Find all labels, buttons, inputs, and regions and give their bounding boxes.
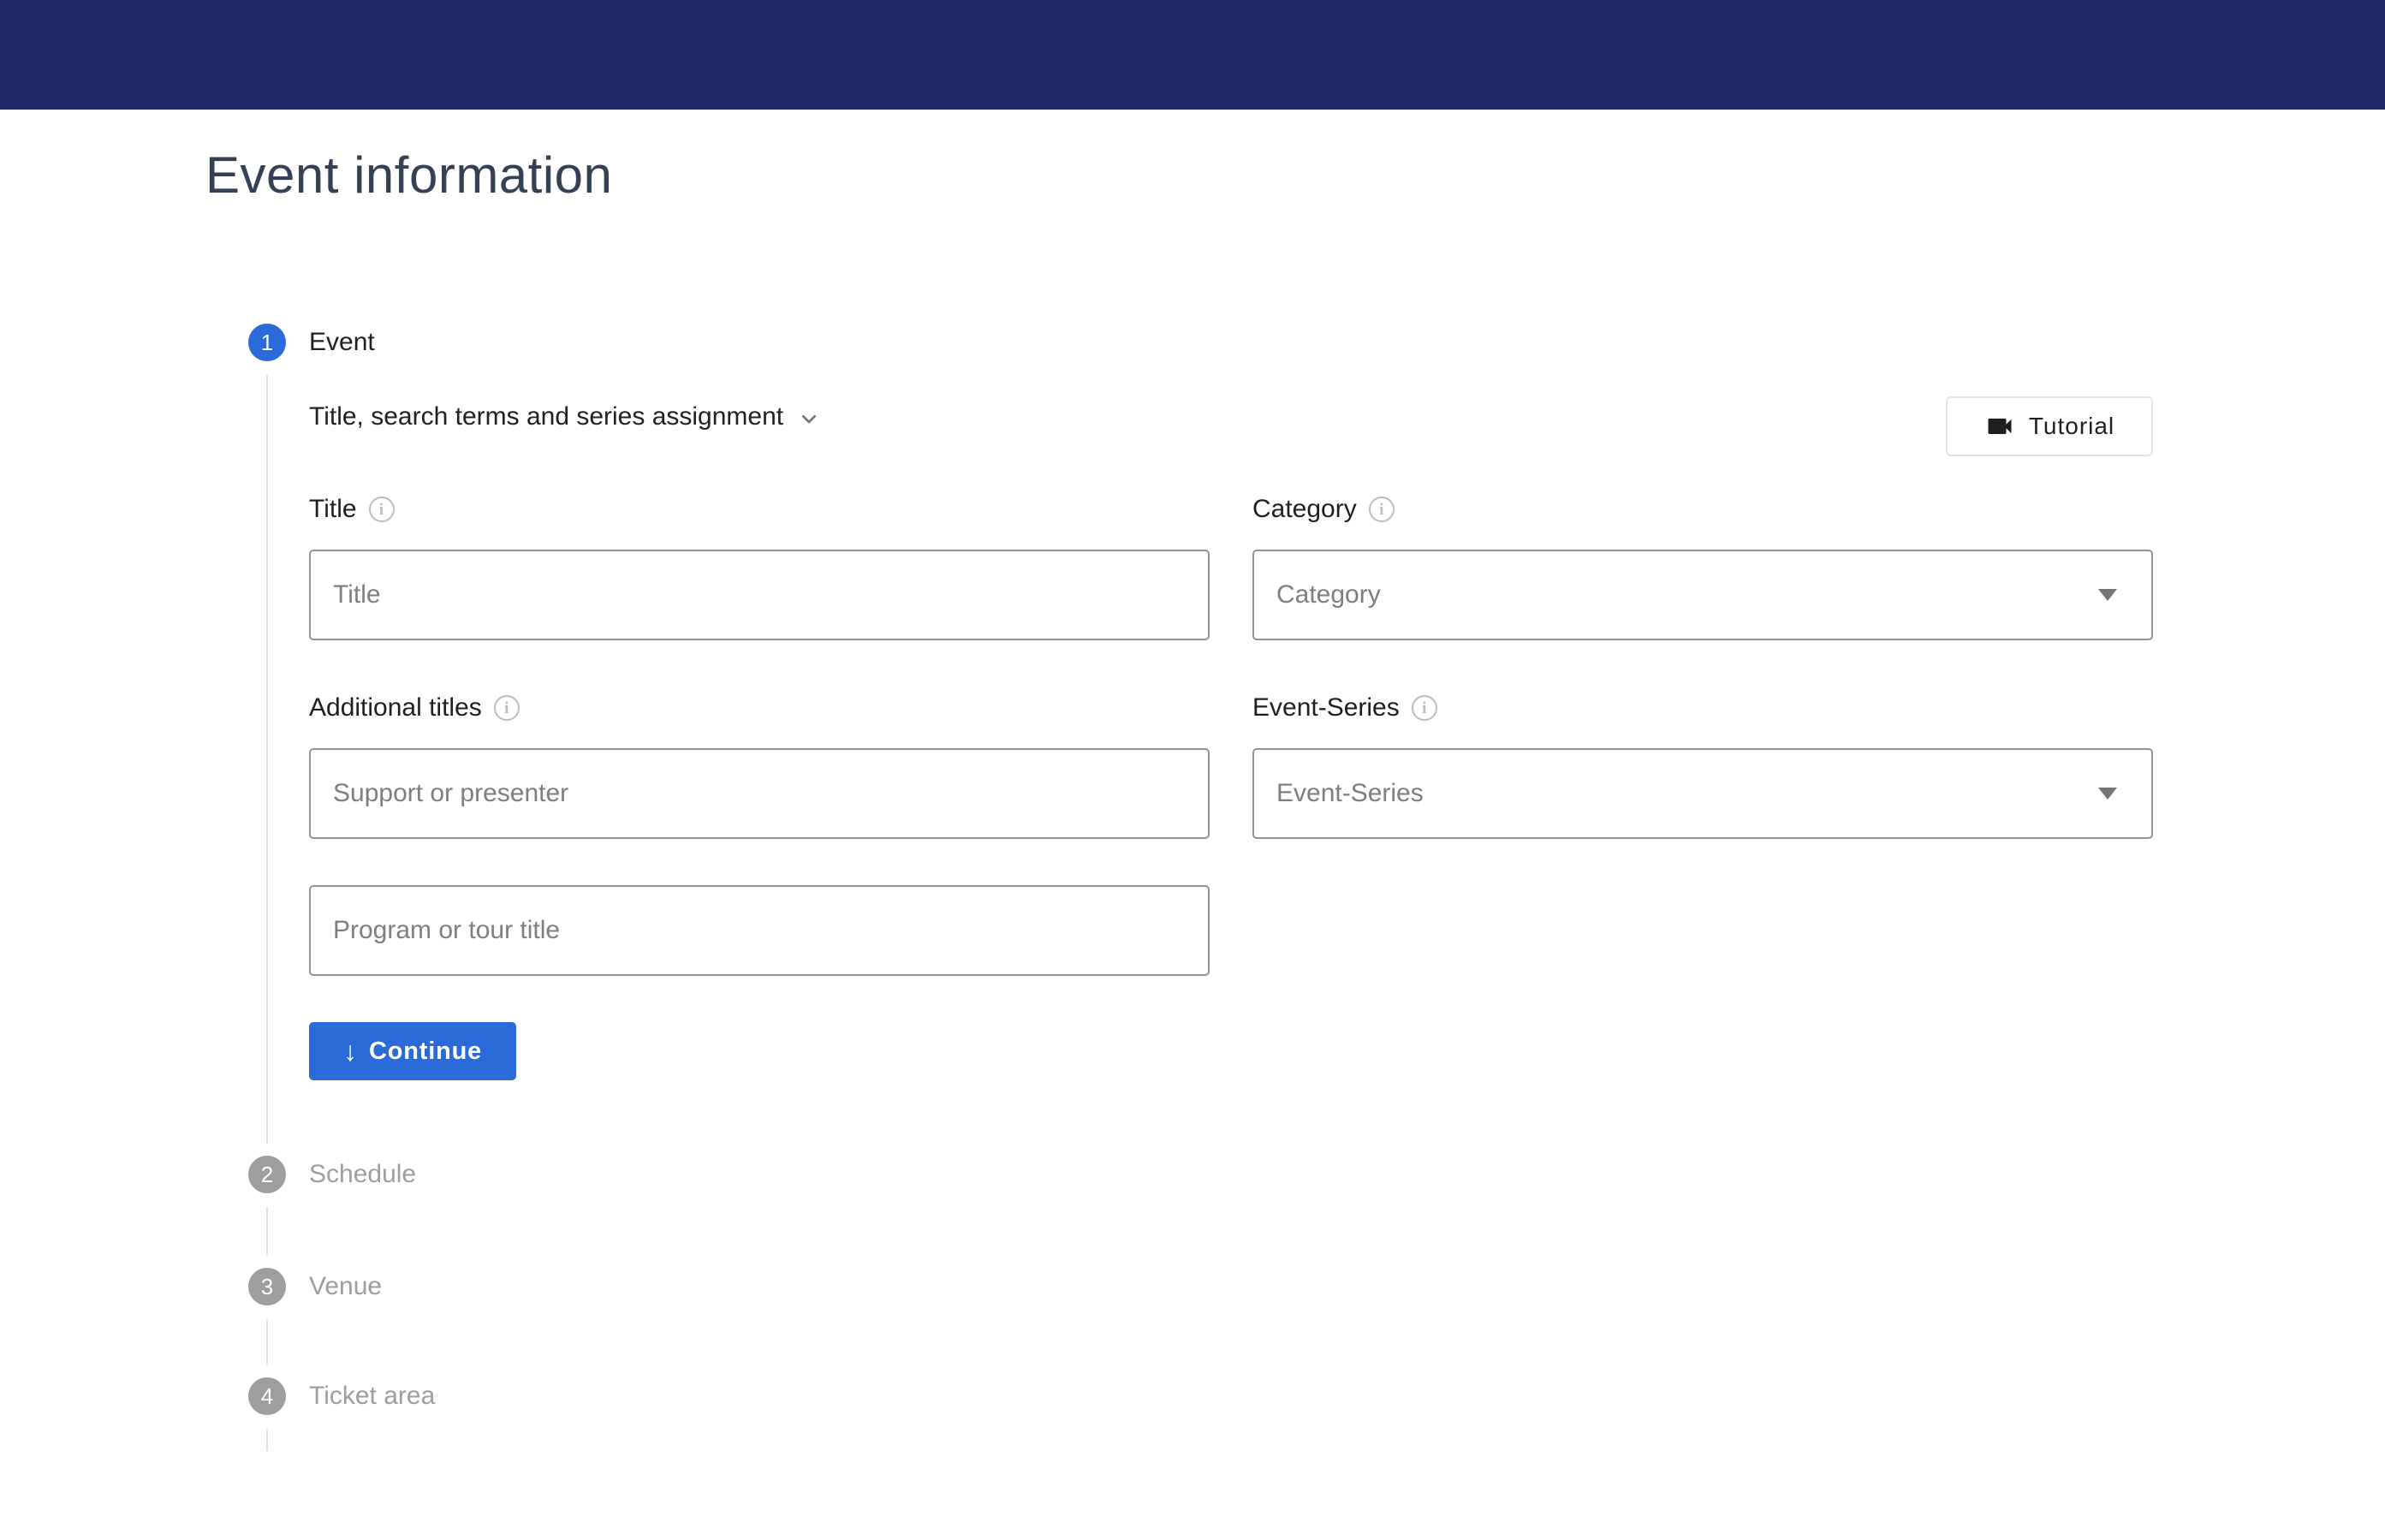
continue-button-label: Continue: [369, 1038, 482, 1066]
program-or-tour-title-input[interactable]: [309, 885, 1210, 976]
additional-titles-label: Additional titles: [309, 693, 482, 722]
dropdown-caret-icon: [2098, 589, 2117, 601]
step-label-ticket-area: Ticket area: [309, 1382, 435, 1411]
step-label-venue: Venue: [309, 1272, 382, 1301]
step-connector: [266, 1319, 268, 1365]
info-icon[interactable]: i: [369, 496, 395, 522]
continue-button[interactable]: ↓ Continue: [309, 1022, 516, 1080]
app-header-bar: [0, 0, 2385, 110]
tutorial-button-label: Tutorial: [2029, 413, 2114, 440]
section-header[interactable]: Title, search terms and series assignmen…: [309, 401, 823, 433]
info-icon[interactable]: i: [1412, 695, 1437, 721]
section-title: Title, search terms and series assignmen…: [309, 402, 783, 431]
step-number: 1: [261, 330, 273, 356]
event-series-select-value: Event-Series: [1276, 779, 2098, 808]
step-connector: [266, 1429, 268, 1451]
title-label-row: Title i: [309, 495, 395, 524]
step-label-schedule: Schedule: [309, 1160, 416, 1189]
step-label-event: Event: [309, 328, 375, 357]
event-series-label-row: Event-Series i: [1252, 693, 1437, 722]
step-number: 2: [261, 1162, 273, 1188]
tutorial-button[interactable]: Tutorial: [1946, 396, 2153, 456]
info-glyph: i: [1422, 700, 1426, 716]
event-information-page: Event information 1 Event 2 Schedule 3 V…: [0, 0, 2385, 1540]
step-circle-event[interactable]: 1: [248, 324, 286, 361]
arrow-down-icon: ↓: [343, 1038, 357, 1065]
info-icon[interactable]: i: [1369, 496, 1395, 522]
event-series-label: Event-Series: [1252, 693, 1400, 722]
title-label: Title: [309, 495, 357, 524]
videocam-icon: [1984, 411, 2015, 442]
event-series-select[interactable]: Event-Series: [1252, 748, 2153, 839]
step-connector: [266, 1207, 268, 1256]
page-title: Event information: [205, 146, 612, 205]
step-number: 4: [261, 1383, 273, 1410]
category-label: Category: [1252, 495, 1357, 524]
step-circle-ticket-area[interactable]: 4: [248, 1377, 286, 1415]
info-icon[interactable]: i: [494, 695, 520, 721]
info-glyph: i: [379, 502, 384, 518]
step-circle-schedule[interactable]: 2: [248, 1156, 286, 1193]
title-input[interactable]: [309, 550, 1210, 640]
step-connector: [266, 375, 268, 1144]
support-or-presenter-input[interactable]: [309, 748, 1210, 839]
additional-titles-label-row: Additional titles i: [309, 693, 520, 722]
step-number: 3: [261, 1274, 273, 1300]
category-select-value: Category: [1276, 580, 2098, 609]
dropdown-caret-icon: [2098, 788, 2117, 800]
info-glyph: i: [1379, 502, 1383, 518]
category-select[interactable]: Category: [1252, 550, 2153, 640]
chevron-down-icon[interactable]: [795, 405, 823, 432]
info-glyph: i: [504, 700, 509, 716]
step-circle-venue[interactable]: 3: [248, 1268, 286, 1305]
category-label-row: Category i: [1252, 495, 1395, 524]
